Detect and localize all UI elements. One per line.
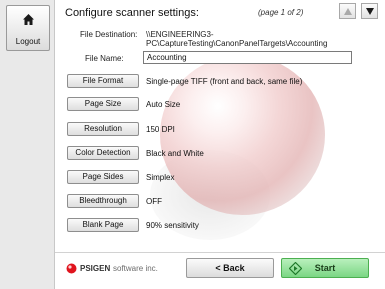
brand-subtitle: software inc. [113,264,158,273]
bleedthrough-button[interactable]: Bleedthrough [67,194,139,208]
page-size-button[interactable]: Page Size [67,97,139,111]
file-format-value: Single-page TIFF (front and back, same f… [146,77,303,86]
scanner-settings-window: Logout Configure scanner settings: (page… [0,0,385,289]
back-button[interactable]: < Back [186,258,274,278]
file-format-button[interactable]: File Format [67,74,139,88]
resolution-button[interactable]: Resolution [67,122,139,136]
house-icon [23,14,34,25]
file-destination-value: \\ENGINEERING3-PC\CaptureTesting\CanonPa… [146,30,328,48]
logout-button[interactable]: Logout [6,5,50,51]
page-up-button[interactable] [339,3,356,19]
blank-page-value: 90% sensitivity [146,221,199,230]
start-button[interactable]: Start [281,258,369,278]
page-sides-button[interactable]: Page Sides [67,170,139,184]
page-indicator: (page 1 of 2) [258,8,304,17]
logout-label: Logout [15,37,41,46]
file-destination-label: File Destination: [80,30,138,39]
arrow-up-icon [344,8,352,15]
file-name-field[interactable] [143,51,352,64]
sidebar: Logout [0,0,55,289]
arrow-down-icon [366,8,374,15]
start-diamond-icon [289,262,302,275]
page-sides-value: Simplex [146,173,175,182]
page-size-value: Auto Size [146,100,181,109]
page-title: Configure scanner settings: [65,7,199,19]
color-detection-value: Black and White [146,149,204,158]
color-detection-button[interactable]: Color Detection [67,146,139,160]
psigen-logo-icon [66,263,77,274]
resolution-value: 150 DPI [146,125,175,134]
footer-divider [55,252,385,253]
blank-page-button[interactable]: Blank Page [67,218,139,232]
brand-name: PSIGEN [80,264,111,273]
bleedthrough-value: OFF [146,197,162,206]
file-name-label: File Name: [85,54,124,63]
start-label: Start [314,263,336,273]
page-down-button[interactable] [361,3,378,19]
